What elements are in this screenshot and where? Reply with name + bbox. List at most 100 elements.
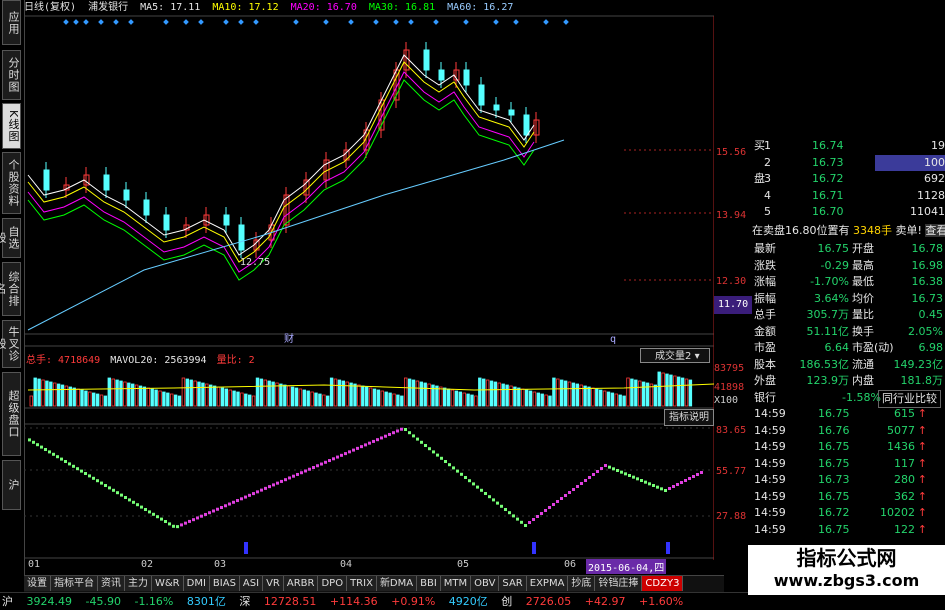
indicator-dot: [608, 465, 611, 469]
signal-diamond: [563, 19, 569, 25]
volume-bar: [298, 388, 303, 407]
indicator-tab-14[interactable]: MTM: [440, 576, 472, 591]
indicator-tab-11[interactable]: TRIX: [347, 576, 377, 591]
sector-compare-button[interactable]: 同行业比较: [878, 389, 941, 408]
volume-bar: [173, 394, 178, 407]
indicator-dot: [192, 518, 195, 522]
volume-bar: [197, 381, 201, 407]
indicator-tab-4[interactable]: W&R: [152, 576, 184, 591]
arrow-up-icon: ↑: [917, 456, 927, 470]
indicator-dot: [128, 498, 131, 502]
candle-body: [223, 214, 230, 226]
volume-bar: [251, 395, 256, 407]
indicator-dot: [468, 479, 471, 483]
indicator-dot: [372, 439, 375, 443]
indicator-dot: [412, 434, 415, 438]
volume-bar: [212, 385, 217, 407]
volume-bar: [587, 386, 591, 407]
volume-bar: [630, 378, 634, 407]
indicator-dot: [640, 479, 643, 482]
indicator-tab-7[interactable]: ASI: [239, 576, 264, 591]
indicator-dot: [660, 487, 663, 491]
indicator-dot: [300, 471, 303, 475]
left-tab-4[interactable]: 自选股: [0, 218, 21, 258]
indicator-tab-1[interactable]: 指标平台: [51, 576, 98, 591]
volume-bar: [333, 378, 338, 407]
volume-bar: [302, 389, 306, 407]
orderbook-row[interactable]: 4 16.71 1128: [752, 188, 945, 204]
indicator-tab-19[interactable]: 铃铛庄捧: [595, 576, 643, 591]
indicator-tab-8[interactable]: VR: [263, 576, 284, 591]
volume-bar: [489, 380, 494, 407]
book-price: 16.71: [812, 188, 844, 202]
quote-label-1: 市盈: [754, 341, 776, 354]
sh-amount: 8301亿: [186, 595, 226, 608]
orderbook-row[interactable]: 买 1 16.74 19: [752, 138, 945, 154]
indicator-tab-2[interactable]: 资讯: [98, 576, 125, 591]
indicator-dot: [528, 521, 531, 524]
volume-bar: [123, 381, 127, 407]
indicator-dot: [268, 485, 271, 489]
left-tab-7[interactable]: 超级盘口: [2, 372, 21, 456]
kline-chart-area[interactable]: 日线(复权) 浦发银行 MA5: 17.11 MA10: 17.12 MA20:…: [24, 0, 714, 560]
volume-bar: [228, 389, 232, 407]
indicator-tab-9[interactable]: ARBR: [283, 576, 319, 591]
indicator-dot: [632, 475, 635, 479]
volume-bar: [76, 388, 80, 407]
indicator-dot: [212, 509, 215, 513]
volume-bar: [462, 392, 466, 407]
indicator-tab-0[interactable]: 设置: [24, 576, 51, 591]
volume-bar: [442, 387, 447, 407]
indicator-tab-6[interactable]: BIAS: [209, 576, 240, 591]
left-tab-1[interactable]: 分时图: [2, 50, 21, 100]
indicator-tab-18[interactable]: 抄底: [568, 576, 596, 591]
volume-bar: [162, 391, 166, 407]
volume-indicator-dropdown[interactable]: 成交量2 ▾: [640, 348, 710, 363]
left-tab-0[interactable]: 应用: [2, 0, 21, 45]
left-tab-3[interactable]: 个股资料: [2, 152, 21, 214]
indicator-tab-13[interactable]: BBI: [417, 576, 441, 591]
indicator-dot: [236, 499, 239, 503]
notice-link[interactable]: 查看详细: [925, 223, 945, 237]
indicator-dot: [68, 462, 71, 466]
indicator-dot: [96, 479, 99, 483]
indicator-dot: [40, 445, 43, 449]
indicator-dot: [340, 453, 343, 457]
indicator-tab-5[interactable]: DMI: [183, 576, 210, 591]
indicator-tab-20[interactable]: CDZY3: [642, 576, 684, 591]
indicator-help-button[interactable]: 指标说明: [664, 409, 714, 426]
ma60-line: [27, 139, 565, 331]
indicator-tab-17[interactable]: EXPMA: [526, 576, 569, 591]
mavol20: MAVOL20: 2563994: [110, 355, 207, 366]
indicator-dot: [352, 448, 355, 452]
candle-body: [103, 174, 110, 191]
volume-bar: [259, 378, 264, 407]
orderbook-row[interactable]: 2 16.73 100: [752, 154, 945, 171]
volume-bar: [224, 388, 228, 407]
volume-bar: [267, 380, 271, 407]
orderbook-row[interactable]: 盘 3 16.72 692: [752, 171, 945, 187]
left-tab-2[interactable]: K线图: [2, 103, 21, 149]
book-volume: 100: [875, 154, 945, 171]
volume-bar: [41, 379, 45, 407]
quote-label-1: 最新: [754, 242, 776, 255]
left-tab-6[interactable]: 牛叉诊股: [0, 320, 21, 368]
indicator-tab-12[interactable]: 新DMA: [376, 576, 418, 591]
orderbook-row[interactable]: 5 16.70 11041: [752, 204, 945, 220]
volume-bar: [138, 385, 143, 407]
finance-marker: 财: [284, 332, 294, 345]
indicator-dot: [524, 524, 527, 527]
quote-value-1: 6.64: [824, 341, 850, 354]
date-axis: 010203040506072015-06-04,四: [24, 559, 714, 574]
indicator-tab-15[interactable]: OBV: [471, 576, 500, 591]
indicator-tab-10[interactable]: DPO: [318, 576, 348, 591]
indicator-dot: [120, 493, 123, 497]
signal-diamond: [113, 19, 119, 25]
left-tab-5[interactable]: 综合排名: [0, 262, 21, 316]
left-tab-8[interactable]: 沪: [2, 460, 21, 510]
indicator-tab-3[interactable]: 主力: [125, 576, 152, 591]
signal-diamond: [183, 19, 189, 25]
volume-bar: [146, 387, 150, 407]
indicator-tab-16[interactable]: SAR: [499, 576, 527, 591]
ma20-line: [27, 71, 535, 273]
